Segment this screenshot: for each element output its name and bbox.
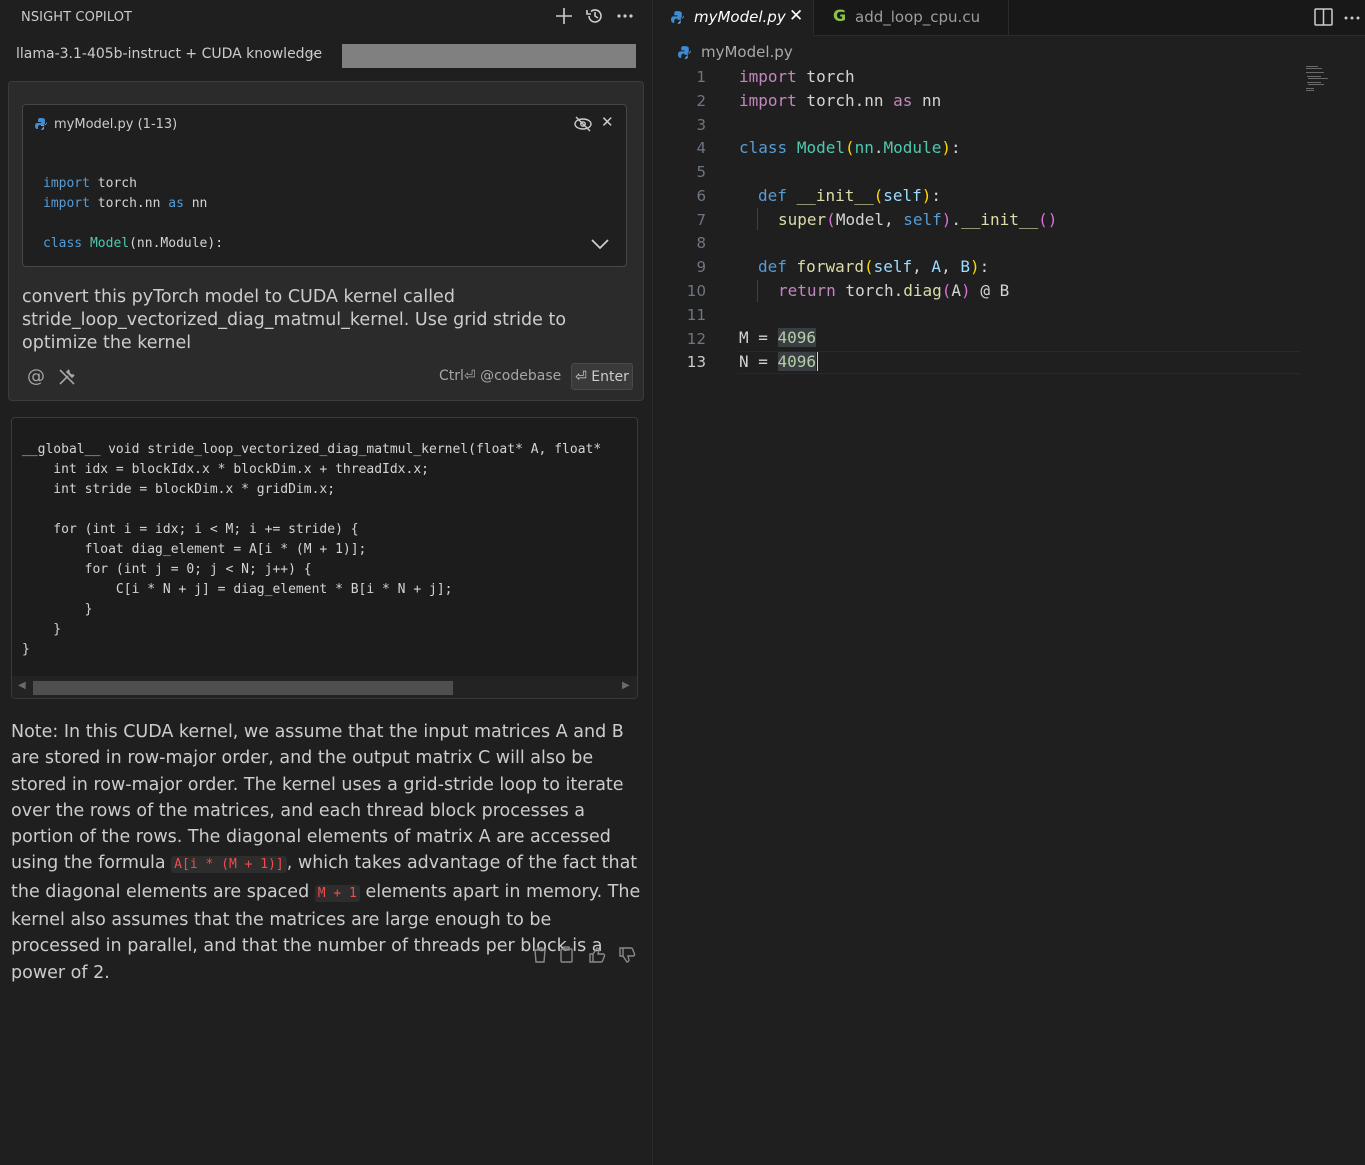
line-number: 3 xyxy=(696,116,706,134)
scroll-right-icon[interactable]: ▶ xyxy=(622,680,630,691)
tab-add-loop-cpu[interactable]: G add_loop_cpu.cu xyxy=(815,0,1009,36)
inline-code: A[i * (M + 1)] xyxy=(171,856,287,874)
eye-hidden-icon[interactable] xyxy=(573,115,593,133)
tab-mymodel[interactable]: myModel.py ✕ xyxy=(654,0,814,36)
line-number-active: 13 xyxy=(686,353,706,371)
context-code-line: import torch.nn as nn xyxy=(43,196,208,211)
scroll-left-icon[interactable]: ◀ xyxy=(18,680,26,691)
python-icon xyxy=(35,118,47,130)
response-code: __global__ void stride_loop_vectorized_d… xyxy=(22,442,602,657)
code-line[interactable]: def forward(self, A, B): xyxy=(758,257,989,276)
history-icon[interactable] xyxy=(584,5,606,27)
tools-icon[interactable] xyxy=(57,367,77,387)
line-number: 6 xyxy=(696,187,706,205)
line-number: 7 xyxy=(696,211,706,229)
breadcrumb[interactable]: myModel.py xyxy=(701,43,793,61)
model-input-field[interactable] xyxy=(342,44,636,68)
copilot-header: NSIGHT COPILOT xyxy=(0,0,653,34)
line-number: 10 xyxy=(686,282,706,300)
thumbs-up-icon[interactable] xyxy=(587,945,607,965)
new-chat-icon[interactable] xyxy=(553,5,575,27)
prompt-text[interactable]: convert this pyTorch model to CUDA kerne… xyxy=(22,286,632,355)
line-number: 1 xyxy=(696,68,706,86)
context-code: import torch import torch.nn as nn class… xyxy=(43,174,223,254)
cuda-icon: G xyxy=(833,6,847,25)
context-code-line: import torch xyxy=(43,176,137,191)
codebase-hint[interactable]: Ctrl⏎ @codebase xyxy=(439,368,561,384)
code-line[interactable]: import torch xyxy=(739,67,855,86)
model-selector[interactable]: llama-3.1-405b-instruct + CUDA knowledge xyxy=(16,46,322,62)
minimap[interactable] xyxy=(1306,66,1346,96)
thumbs-down-icon[interactable] xyxy=(617,945,637,965)
code-line[interactable]: def __init__(self): xyxy=(758,186,941,205)
more-actions-icon[interactable] xyxy=(614,5,636,27)
code-line[interactable]: N = 4096 xyxy=(739,352,819,371)
line-number: 4 xyxy=(696,139,706,157)
copilot-panel: NSIGHT COPILOT llama-3.1-405b-instruct +… xyxy=(0,0,653,1165)
chevron-down-icon[interactable]: ⌵ xyxy=(308,46,316,60)
mention-icon[interactable]: @ xyxy=(27,366,45,387)
line-number: 5 xyxy=(696,163,706,181)
context-title: myModel.py (1-13) xyxy=(54,117,178,132)
expand-chevron-icon[interactable] xyxy=(589,235,611,253)
panel-title: NSIGHT COPILOT xyxy=(21,10,133,25)
copy-icon[interactable] xyxy=(557,945,577,965)
inline-code: M + 1 xyxy=(314,884,360,902)
split-editor-icon[interactable] xyxy=(1314,8,1333,26)
context-card: myModel.py (1-13) ✕ import torch import … xyxy=(22,104,627,267)
note-text: Note: In this CUDA kernel, we assume tha… xyxy=(11,722,624,874)
line-number: 2 xyxy=(696,92,706,110)
code-line[interactable]: M = 4096 xyxy=(739,328,817,347)
current-line-highlight xyxy=(738,351,1300,374)
line-number: 9 xyxy=(696,258,706,276)
code-line[interactable]: class Model(nn.Module): xyxy=(739,138,961,157)
python-icon xyxy=(671,11,684,24)
code-line[interactable]: return torch.diag(A) @ B xyxy=(778,281,1009,300)
indent-guide xyxy=(757,280,758,302)
enter-button[interactable]: ⏎ Enter xyxy=(571,363,633,390)
delete-icon[interactable] xyxy=(530,945,550,965)
close-icon[interactable]: ✕ xyxy=(601,113,617,131)
tab-bar: myModel.py ✕ G add_loop_cpu.cu xyxy=(654,0,1365,36)
horizontal-scrollbar[interactable]: ◀ ▶ xyxy=(12,676,637,698)
response-code-block: __global__ void stride_loop_vectorized_d… xyxy=(11,417,638,699)
more-actions-icon[interactable] xyxy=(1343,15,1361,21)
context-code-line xyxy=(43,214,223,234)
model-selector-row: llama-3.1-405b-instruct + CUDA knowledge… xyxy=(0,40,653,70)
close-icon[interactable]: ✕ xyxy=(789,6,803,26)
line-number: 12 xyxy=(686,330,706,348)
line-number: 8 xyxy=(696,234,706,252)
context-code-line: class Model(nn.Module): xyxy=(43,236,224,251)
prompt-box: myModel.py (1-13) ✕ import torch import … xyxy=(8,81,644,401)
scrollbar-thumb[interactable] xyxy=(33,681,453,695)
editor-area: myModel.py ✕ G add_loop_cpu.cu myModel.p… xyxy=(654,0,1365,1165)
code-line[interactable]: super(Model, self).__init__() xyxy=(778,210,1057,229)
python-icon xyxy=(678,46,691,59)
tab-label: myModel.py xyxy=(694,8,786,26)
line-number: 11 xyxy=(686,306,706,324)
indent-guide xyxy=(757,208,758,230)
code-line[interactable]: import torch.nn as nn xyxy=(739,91,941,110)
tab-label: add_loop_cpu.cu xyxy=(855,8,981,26)
